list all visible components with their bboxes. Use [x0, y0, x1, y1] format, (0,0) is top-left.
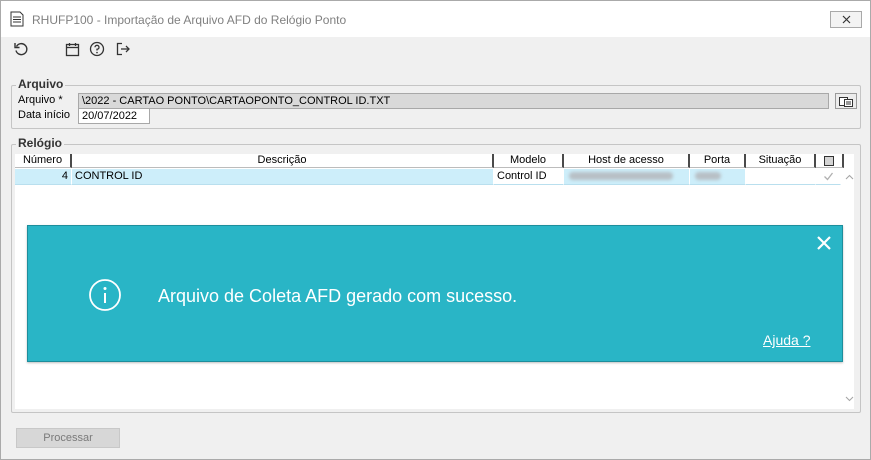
- scroll-up-arrow[interactable]: [844, 172, 854, 182]
- column-header-numero[interactable]: Número: [15, 154, 72, 168]
- cell-select[interactable]: [816, 169, 841, 185]
- browse-file-icon: [839, 96, 853, 107]
- arquivo-legend: Arquivo: [16, 77, 66, 91]
- column-header-situacao[interactable]: Situação: [746, 154, 816, 168]
- close-icon: [842, 15, 850, 24]
- chevron-up-icon: [845, 174, 853, 180]
- cell-descricao[interactable]: CONTROL ID: [72, 169, 494, 185]
- help-link[interactable]: Ajuda ?: [763, 332, 810, 348]
- cell-numero[interactable]: 4: [15, 169, 72, 185]
- scroll-down-arrow[interactable]: [844, 394, 854, 404]
- chevron-down-icon: [845, 396, 853, 402]
- column-header-modelo[interactable]: Modelo: [494, 154, 564, 168]
- arquivo-group: Arquivo Arquivo * \2022 - CARTAO PONTO\C…: [11, 77, 861, 129]
- column-header-porta[interactable]: Porta: [690, 154, 746, 168]
- relogio-legend: Relógio: [16, 136, 64, 150]
- data-inicio-field[interactable]: 20/07/2022: [78, 108, 150, 124]
- calendar-icon[interactable]: [62, 39, 82, 59]
- help-circle-icon[interactable]: [87, 39, 107, 59]
- arquivo-label: Arquivo *: [18, 94, 63, 106]
- grid-header: Número Descrição Modelo Host de acesso P…: [15, 154, 854, 169]
- column-header-select-all[interactable]: [816, 154, 844, 168]
- browse-file-button[interactable]: [835, 93, 857, 109]
- checkbox-icon[interactable]: [824, 156, 834, 166]
- column-header-descricao[interactable]: Descrição: [72, 154, 494, 168]
- document-list-icon: [10, 11, 24, 27]
- checkmark-icon[interactable]: [823, 171, 834, 182]
- title-bar: RHUFP100 - Importação de Arquivo AFD do …: [1, 1, 870, 37]
- window-title: RHUFP100 - Importação de Arquivo AFD do …: [32, 13, 347, 27]
- processar-button[interactable]: Processar: [16, 428, 120, 448]
- data-inicio-label: Data início: [18, 109, 70, 121]
- column-header-host[interactable]: Host de acesso: [564, 154, 690, 168]
- arquivo-file-field[interactable]: \2022 - CARTAO PONTO\CARTAOPONTO_CONTROL…: [78, 93, 829, 109]
- exit-icon[interactable]: [113, 39, 133, 59]
- table-row[interactable]: 4 CONTROL ID Control ID: [15, 169, 841, 185]
- cell-host-redacted[interactable]: [564, 169, 690, 185]
- window-close-button[interactable]: [830, 11, 862, 28]
- cell-modelo[interactable]: Control ID: [494, 169, 564, 185]
- refresh-icon[interactable]: [11, 39, 31, 59]
- close-icon[interactable]: [815, 234, 833, 252]
- toast-message: Arquivo de Coleta AFD gerado com sucesso…: [158, 286, 518, 306]
- toolbar: [1, 37, 870, 61]
- success-toast: Arquivo de Coleta AFD gerado com sucesso…: [27, 225, 843, 362]
- cell-situacao[interactable]: [746, 169, 816, 185]
- cell-porta-redacted[interactable]: [690, 169, 746, 185]
- info-icon: [89, 279, 121, 311]
- main-window: RHUFP100 - Importação de Arquivo AFD do …: [0, 0, 871, 460]
